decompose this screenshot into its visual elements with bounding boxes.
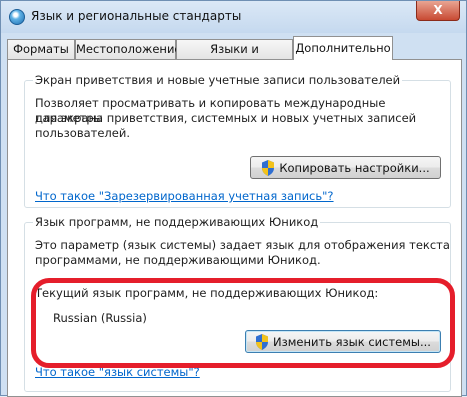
tab-location[interactable]: Местоположение: [75, 39, 182, 59]
group-title-non-unicode: Язык программ, не поддерживающих Юникод: [33, 215, 321, 229]
uac-shield-icon: [262, 159, 275, 176]
close-button[interactable]: X: [416, 1, 460, 21]
welcome-description-line-2: для экрана приветствия, системных и новы…: [35, 111, 417, 125]
welcome-screen-group: Экран приветствия и новые учетные записи…: [24, 73, 451, 208]
tab-formats[interactable]: Форматы: [7, 39, 75, 59]
title-bar[interactable]: Язык и региональные стандарты X: [1, 1, 466, 33]
window-title: Язык и региональные стандарты: [31, 9, 242, 23]
dialog-window: Язык и региональные стандарты X Форматы …: [0, 0, 467, 397]
tab-languages-keyboards[interactable]: Языки и клавиатуры: [176, 39, 293, 75]
non-unicode-description-line-2: программами, не поддерживающими Юникод.: [35, 253, 321, 267]
non-unicode-description-line-1: Это параметр (язык системы) задает язык …: [35, 238, 450, 252]
tab-advanced[interactable]: Дополнительно: [293, 36, 393, 60]
group-title-welcome: Экран приветствия и новые учетные записи…: [33, 73, 403, 87]
reserved-account-link[interactable]: Что такое "Зарезервированная учетная зап…: [35, 189, 334, 203]
red-highlight-annotation: [31, 278, 455, 368]
globe-icon: [9, 9, 25, 25]
welcome-description-line-3: пользователей.: [35, 126, 130, 140]
copy-settings-button[interactable]: Копировать настройки...: [250, 156, 441, 179]
copy-settings-label: Копировать настройки...: [279, 160, 430, 175]
